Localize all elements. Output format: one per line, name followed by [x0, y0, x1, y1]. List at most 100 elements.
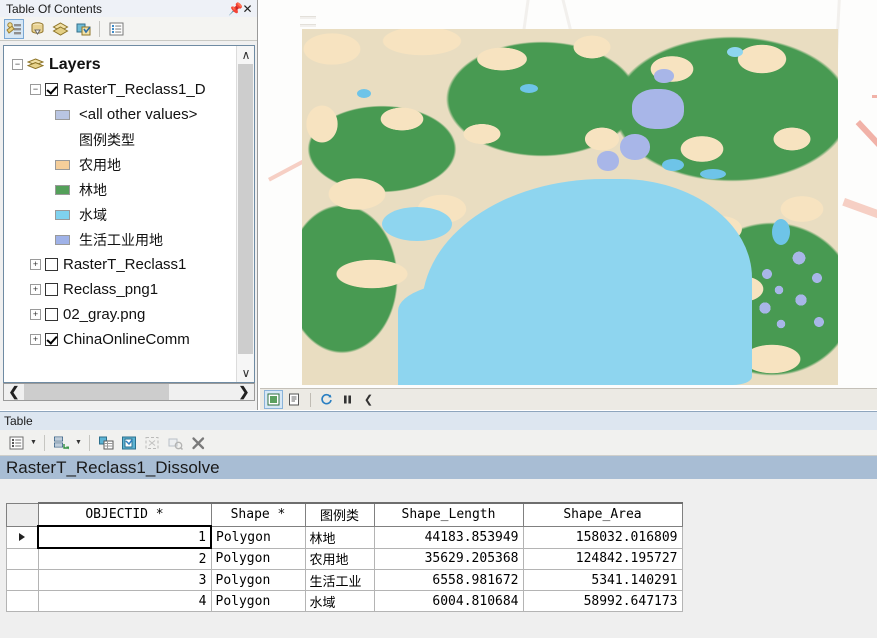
scroll-left-arrow-icon[interactable]: ❮ — [4, 384, 24, 400]
toc-tree-container[interactable]: − Layers − RasterT_Reclass1_D <all other… — [3, 45, 255, 383]
toc-vertical-scrollbar[interactable]: ∧ ∨ — [236, 46, 254, 382]
scroll-right-arrow-icon[interactable]: ❯ — [234, 384, 254, 400]
layer-visibility-checkbox[interactable] — [45, 283, 58, 296]
zoom-to-selected-button[interactable] — [142, 433, 162, 453]
cell-shape-area[interactable]: 58992.647173 — [522, 590, 683, 612]
cell-objectid[interactable]: 2 — [37, 547, 212, 570]
expander-icon[interactable]: + — [30, 259, 41, 270]
table-row[interactable]: 2 Polygon 农用地 35629.205368 124842.195727 — [6, 547, 683, 570]
pin-icon[interactable]: 📌 — [228, 2, 243, 16]
legend-label: 生活工业用地 — [79, 232, 163, 249]
toc-horizontal-scrollbar[interactable]: ❮ ❯ — [3, 383, 255, 401]
expander-icon[interactable]: + — [30, 309, 41, 320]
column-header-objectid[interactable]: OBJECTID * — [37, 502, 212, 527]
cell-shape[interactable]: Polygon — [210, 525, 306, 549]
scroll-thumb[interactable] — [238, 64, 253, 354]
cell-objectid[interactable]: 1 — [37, 525, 212, 549]
table-row[interactable]: 4 Polygon 水域 6004.810684 58992.647173 — [6, 590, 683, 612]
table-row[interactable]: 3 Polygon 生活工业 6558.981672 5341.140291 — [6, 569, 683, 591]
close-icon[interactable]: ✕ — [241, 2, 254, 16]
cell-shape[interactable]: Polygon — [210, 569, 306, 591]
toc-toolbar[interactable] — [0, 17, 257, 41]
raster-class-water-small — [357, 89, 371, 98]
cell-shape[interactable]: Polygon — [210, 547, 306, 570]
row-selector[interactable] — [6, 590, 39, 612]
collapse-button[interactable]: ❮ — [359, 390, 378, 409]
expander-icon[interactable]: − — [12, 59, 23, 70]
table-toolbar[interactable]: ▼ ▼ — [0, 430, 877, 456]
legend-item-water[interactable]: 水域 — [4, 202, 236, 227]
legend-item-urban[interactable]: 生活工业用地 — [4, 227, 236, 252]
cell-shape-length[interactable]: 6004.810684 — [373, 590, 524, 612]
sidebar-item-reclass-png1[interactable]: + Reclass_png1 — [4, 277, 236, 302]
delete-selected-button[interactable] — [188, 433, 208, 453]
expander-icon[interactable]: + — [30, 284, 41, 295]
layers-root-label: Layers — [49, 55, 101, 73]
attribute-grid[interactable]: OBJECTID * Shape * 图例类 Shape_Length Shap… — [6, 502, 877, 638]
tree-item-layers[interactable]: − Layers — [4, 52, 236, 77]
cell-type[interactable]: 林地 — [304, 525, 375, 549]
column-header-shape-length[interactable]: Shape_Length — [373, 502, 524, 527]
attribute-table[interactable]: OBJECTID * Shape * 图例类 Shape_Length Shap… — [6, 502, 683, 612]
cell-shape[interactable]: Polygon — [210, 590, 306, 612]
list-by-visibility-button[interactable] — [50, 19, 70, 39]
column-header-shape-area[interactable]: Shape_Area — [522, 502, 683, 527]
row-selector[interactable] — [6, 525, 39, 549]
cell-type[interactable]: 生活工业 — [304, 569, 375, 591]
scroll-down-arrow-icon[interactable]: ∨ — [237, 364, 254, 382]
cell-shape-area[interactable]: 158032.016809 — [522, 525, 683, 549]
pause-drawing-button[interactable] — [338, 390, 357, 409]
sidebar-item-02-gray-png[interactable]: + 02_gray.png — [4, 302, 236, 327]
sidebar-item-rastert-reclass1-dissolve[interactable]: − RasterT_Reclass1_D — [4, 77, 236, 102]
cell-shape-area[interactable]: 124842.195727 — [522, 547, 683, 570]
cell-objectid[interactable]: 4 — [37, 590, 212, 612]
list-by-selection-button[interactable] — [73, 19, 93, 39]
column-header-type[interactable]: 图例类 — [304, 502, 375, 527]
table-tab[interactable]: RasterT_Reclass1_Dissolve — [0, 456, 877, 479]
legend-item-forest[interactable]: 林地 — [4, 177, 236, 202]
cell-objectid[interactable]: 3 — [37, 569, 212, 591]
data-view-button[interactable] — [264, 390, 283, 409]
row-selector[interactable] — [6, 569, 39, 591]
refresh-button[interactable] — [317, 390, 336, 409]
cell-shape-length[interactable]: 35629.205368 — [373, 547, 524, 570]
layer-visibility-checkbox[interactable] — [45, 308, 58, 321]
raster-class-urban — [757, 264, 787, 334]
scroll-up-arrow-icon[interactable]: ∧ — [237, 46, 254, 64]
layer-tree[interactable]: − Layers − RasterT_Reclass1_D <all other… — [4, 46, 236, 382]
cell-shape-area[interactable]: 5341.140291 — [522, 569, 683, 591]
raster-class-water-small — [700, 169, 726, 179]
cell-type[interactable]: 农用地 — [304, 547, 375, 570]
cell-shape-length[interactable]: 44183.853949 — [373, 525, 524, 549]
table-row[interactable]: 1 Polygon 林地 44183.853949 158032.016809 — [6, 525, 683, 549]
scroll-track[interactable] — [169, 384, 234, 400]
table-options-button[interactable] — [6, 433, 26, 453]
scroll-thumb[interactable] — [24, 384, 169, 400]
list-by-drawing-order-button[interactable] — [4, 18, 24, 39]
switch-selection-button[interactable] — [119, 433, 139, 453]
sidebar-item-chinaonlinecommunity[interactable]: + ChinaOnlineComm — [4, 327, 236, 352]
clear-selection-button[interactable] — [165, 433, 185, 453]
column-header-shape[interactable]: Shape * — [210, 502, 306, 527]
sidebar-item-rastert-reclass1[interactable]: + RasterT_Reclass1 — [4, 252, 236, 277]
map-view[interactable]: ❮ — [260, 0, 877, 410]
related-tables-dropdown[interactable]: ▼ — [74, 433, 83, 453]
legend-item-farmland[interactable]: 农用地 — [4, 152, 236, 177]
options-button[interactable] — [106, 19, 126, 39]
map-toolbar[interactable]: ❮ — [260, 388, 877, 410]
cell-shape-length[interactable]: 6558.981672 — [373, 569, 524, 591]
legend-item-all-other-values[interactable]: <all other values> — [4, 102, 236, 127]
expander-icon[interactable]: + — [30, 334, 41, 345]
layer-visibility-checkbox[interactable] — [45, 333, 58, 346]
select-by-attributes-button[interactable] — [96, 433, 116, 453]
layer-visibility-checkbox[interactable] — [45, 258, 58, 271]
table-options-dropdown[interactable]: ▼ — [29, 433, 38, 453]
row-selector[interactable] — [6, 547, 39, 570]
layer-visibility-checkbox[interactable] — [45, 83, 58, 96]
list-by-source-button[interactable] — [27, 19, 47, 39]
related-tables-button[interactable] — [51, 433, 71, 453]
expander-icon[interactable]: − — [30, 84, 41, 95]
layout-view-button[interactable] — [285, 390, 304, 409]
grid-corner[interactable] — [6, 502, 39, 527]
cell-type[interactable]: 水域 — [304, 590, 375, 612]
